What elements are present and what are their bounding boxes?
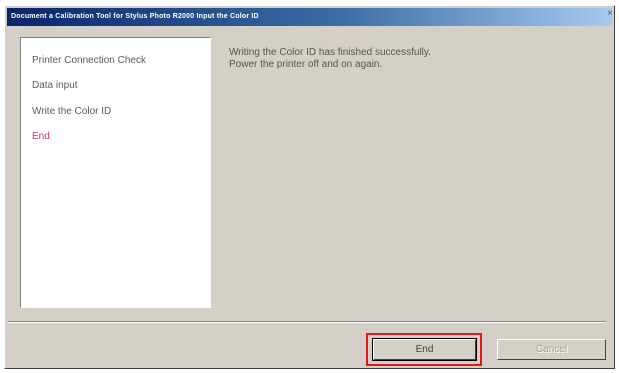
status-message: Writing the Color ID has finished succes… <box>229 47 431 71</box>
cancel-button: Cancel <box>497 339 606 360</box>
steps-panel: Printer Connection Check Data input Writ… <box>20 37 211 308</box>
footer-divider <box>8 321 606 323</box>
step-printer-connection-check: Printer Connection Check <box>32 55 146 66</box>
step-write-color-id: Write the Color ID <box>32 106 112 117</box>
message-line-1: Writing the Color ID has finished succes… <box>229 47 431 58</box>
close-icon[interactable]: × <box>605 8 615 20</box>
end-button[interactable]: End <box>372 338 477 361</box>
window-title: Document a Calibration Tool for Stylus P… <box>11 13 259 20</box>
message-line-2: Power the printer off and on again. <box>229 59 383 70</box>
step-data-input: Data input <box>32 80 78 91</box>
title-bar[interactable]: Document a Calibration Tool for Stylus P… <box>7 8 612 26</box>
step-end-current: End <box>32 131 50 142</box>
